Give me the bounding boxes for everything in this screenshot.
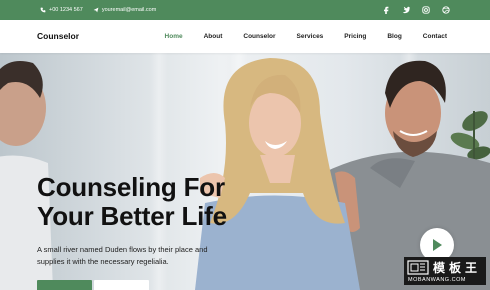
- nav-item-blog[interactable]: Blog: [387, 33, 401, 40]
- hero-headline: Counseling For Your Better Life: [37, 173, 227, 231]
- nav-item-counselor[interactable]: Counselor: [243, 33, 275, 40]
- social-links: [382, 0, 450, 20]
- brand-logo[interactable]: Counselor: [37, 20, 79, 53]
- paper-plane-icon: [93, 7, 99, 13]
- top-contact: +00 1234 567 youremail@email.com: [40, 0, 160, 20]
- watermark-en-text: MOBANWANG.COM: [408, 277, 466, 283]
- headline-line-1: Counseling For: [37, 172, 225, 202]
- hero-section: Counseling For Your Better Life A small …: [0, 53, 490, 290]
- email-item[interactable]: youremail@email.com: [93, 7, 157, 13]
- twitter-icon[interactable]: [402, 6, 410, 14]
- top-bar: +00 1234 567 youremail@email.com: [0, 0, 490, 20]
- phone-text: +00 1234 567: [49, 7, 83, 13]
- headline-line-2: Your Better Life: [37, 201, 227, 231]
- nav-item-contact[interactable]: Contact: [423, 33, 447, 40]
- hero-description: A small river named Duden flows by their…: [37, 245, 208, 266]
- watermark-badge: 模板王 MOBANWANG.COM: [404, 257, 486, 285]
- secondary-cta-button[interactable]: [94, 280, 149, 290]
- primary-cta-button[interactable]: [37, 280, 92, 290]
- instagram-icon[interactable]: [422, 6, 430, 14]
- nav-item-home[interactable]: Home: [165, 33, 183, 40]
- watermark-logo-icon: [407, 260, 429, 275]
- nav-item-about[interactable]: About: [204, 33, 223, 40]
- play-icon: [433, 239, 442, 251]
- phone-item[interactable]: +00 1234 567: [40, 7, 83, 13]
- nav-item-services[interactable]: Services: [297, 33, 324, 40]
- nav-item-pricing[interactable]: Pricing: [344, 33, 366, 40]
- facebook-icon[interactable]: [382, 6, 390, 14]
- email-text: youremail@email.com: [101, 7, 157, 13]
- nav-menu: Home About Counselor Services Pricing Bl…: [144, 20, 447, 53]
- main-navbar: Counselor Home About Counselor Services …: [0, 20, 490, 53]
- phone-icon: [40, 7, 46, 13]
- dribbble-icon[interactable]: [442, 6, 450, 14]
- watermark-cn-text: 模板王: [433, 261, 482, 275]
